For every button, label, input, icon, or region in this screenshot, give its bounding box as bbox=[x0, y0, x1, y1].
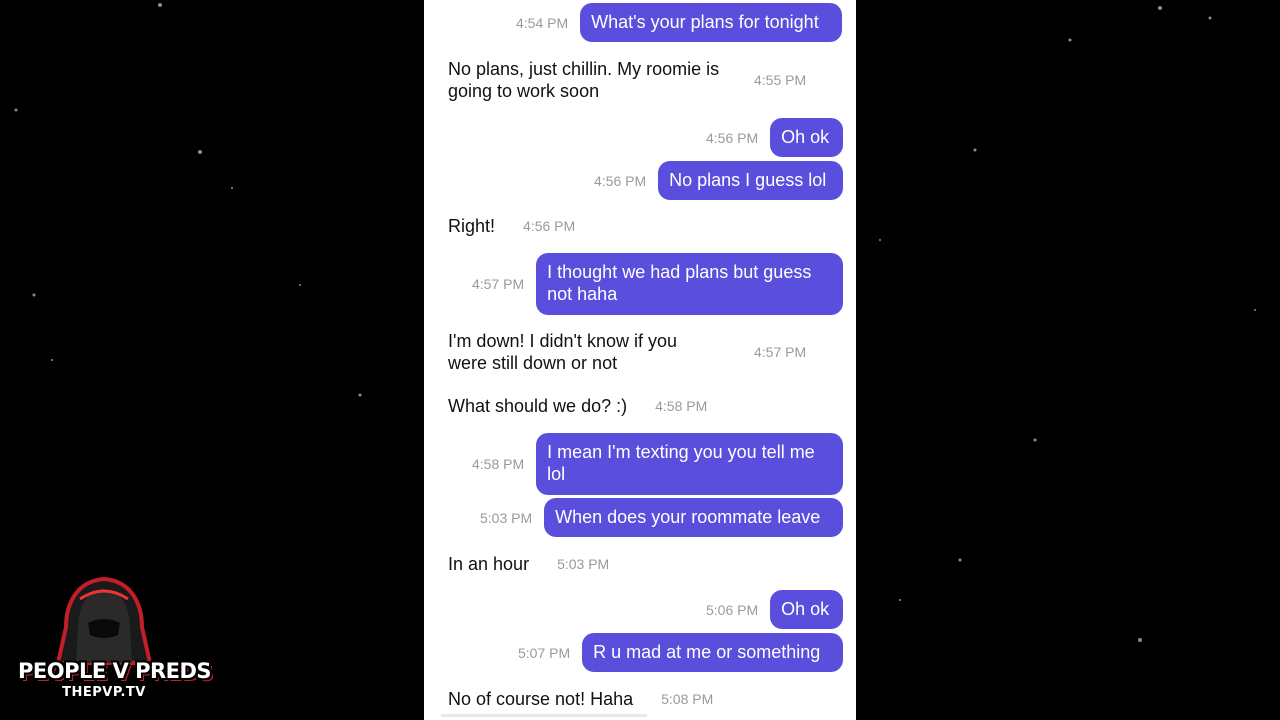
message-row-sent: 5:07 PM R u mad at me or something bbox=[518, 633, 844, 672]
timestamp: 4:56 PM bbox=[706, 129, 759, 146]
timestamp: 4:57 PM bbox=[472, 276, 525, 292]
received-message[interactable]: In an hour bbox=[448, 553, 529, 575]
message-row-sent: 5:06 PM Oh ok bbox=[706, 590, 844, 629]
logo-subtitle: THEPVP.TV bbox=[62, 685, 146, 700]
sent-bubble[interactable]: Oh ok bbox=[770, 590, 844, 629]
received-message[interactable]: What should we do? :) bbox=[448, 395, 627, 417]
sent-bubble[interactable]: I mean I'm texting you you tell me lol bbox=[536, 433, 844, 495]
logo-title: PEOPLE V PREDS bbox=[18, 659, 212, 683]
received-message[interactable]: Right! bbox=[448, 215, 495, 237]
message-row-sent: 4:56 PM No plans I guess lol bbox=[594, 161, 844, 200]
chat-thread[interactable]: 4:54 PM What's your plans for tonight No… bbox=[424, 0, 856, 720]
timestamp: 4:54 PM bbox=[516, 14, 569, 31]
sent-bubble[interactable]: Oh ok bbox=[770, 118, 844, 157]
message-row-received: No of course not! Haha 5:08 PM bbox=[448, 688, 713, 710]
received-message[interactable]: No of course not! Haha bbox=[448, 688, 633, 710]
message-row-sent: 4:57 PM I thought we had plans but guess… bbox=[472, 253, 844, 315]
timestamp: 5:08 PM bbox=[661, 691, 714, 707]
message-row-sent: 5:03 PM When does your roommate leave bbox=[480, 498, 844, 537]
sent-bubble[interactable]: When does your roommate leave bbox=[544, 498, 844, 537]
message-row-sent: 4:56 PM Oh ok bbox=[706, 118, 844, 157]
received-message[interactable]: I'm down! I didn't know if you were stil… bbox=[448, 330, 718, 374]
message-row-received: In an hour 5:03 PM bbox=[448, 553, 609, 575]
timestamp: 5:03 PM bbox=[480, 509, 533, 526]
timestamp: 4:55 PM bbox=[754, 72, 807, 88]
timestamp: 4:56 PM bbox=[523, 218, 576, 234]
received-message[interactable]: No plans, just chillin. My roomie is goi… bbox=[448, 58, 738, 102]
hooded-figure-icon bbox=[55, 576, 153, 665]
scroll-indicator bbox=[441, 714, 647, 717]
message-row-sent: 4:54 PM What's your plans for tonight bbox=[516, 3, 843, 42]
timestamp: 4:56 PM bbox=[594, 172, 647, 189]
timestamp: 5:03 PM bbox=[557, 556, 610, 572]
timestamp: 4:57 PM bbox=[754, 344, 807, 360]
timestamp: 5:07 PM bbox=[518, 644, 571, 661]
sent-bubble[interactable]: I thought we had plans but guess not hah… bbox=[536, 253, 844, 315]
message-row-received: What should we do? :) 4:58 PM bbox=[448, 395, 707, 417]
sent-bubble[interactable]: No plans I guess lol bbox=[658, 161, 844, 200]
sent-bubble[interactable]: R u mad at me or something bbox=[582, 633, 844, 672]
timestamp: 4:58 PM bbox=[655, 398, 708, 414]
timestamp: 5:06 PM bbox=[706, 601, 759, 618]
timestamp: 4:58 PM bbox=[472, 456, 525, 472]
message-row-received: Right! 4:56 PM bbox=[448, 215, 575, 237]
message-row-sent: 4:58 PM I mean I'm texting you you tell … bbox=[472, 433, 844, 495]
sent-bubble[interactable]: What's your plans for tonight bbox=[580, 3, 843, 42]
channel-logo: PEOPLE V PREDS THEPVP.TV bbox=[18, 575, 212, 705]
